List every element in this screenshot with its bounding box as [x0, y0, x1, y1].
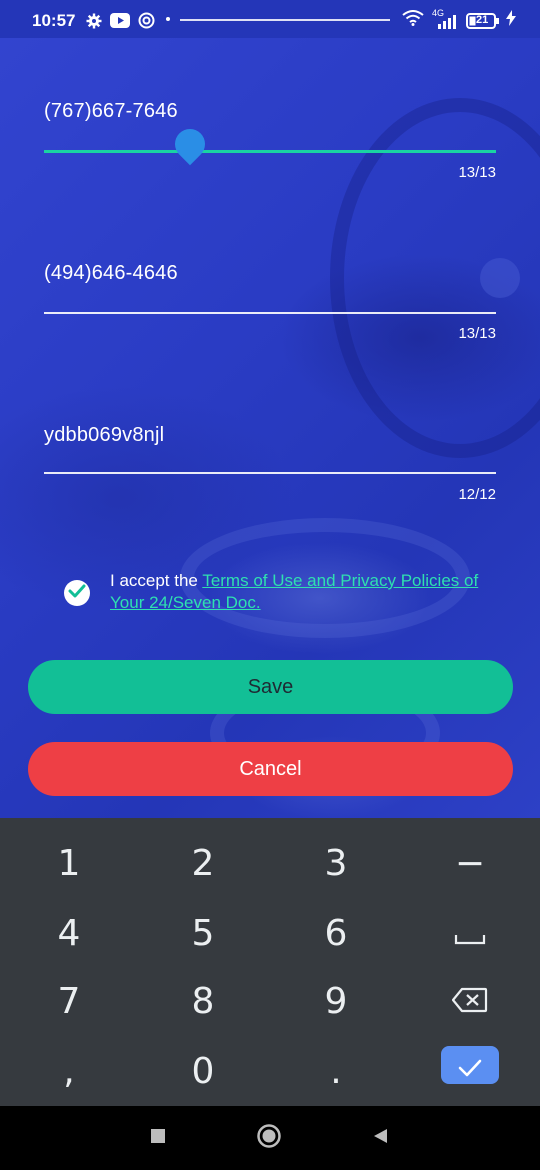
- home-circle-icon: [256, 1123, 282, 1154]
- notification-icon: [138, 12, 155, 34]
- charging-icon: [506, 10, 516, 31]
- terms-checkbox[interactable]: [64, 580, 90, 606]
- settings-icon: [86, 13, 102, 34]
- alternate-phone-field[interactable]: (494)646-4646 13/13: [44, 262, 496, 352]
- status-icons-left: [86, 12, 155, 34]
- numeric-keyboard: 1 2 3 − 4 5 6 7 8 9 , 0 .: [0, 818, 540, 1106]
- space-icon: [454, 913, 486, 954]
- key-9[interactable]: 9: [276, 968, 396, 1034]
- status-icons-right: 4G 21: [402, 8, 516, 31]
- save-button[interactable]: Save: [28, 660, 513, 714]
- enter-icon: [458, 1045, 482, 1086]
- space-key[interactable]: [410, 900, 530, 966]
- alternate-phone-field-counter: 13/13: [458, 325, 496, 342]
- navigation-bar: [0, 1106, 540, 1170]
- status-bar: 10:57 4G 21: [0, 0, 540, 38]
- recents-square-icon: [149, 1127, 167, 1150]
- key-2[interactable]: 2: [143, 830, 263, 896]
- code-field-counter: 12/12: [458, 486, 496, 503]
- key-7[interactable]: 7: [9, 968, 129, 1034]
- youtube-icon: [110, 13, 130, 33]
- phone-field-value[interactable]: (767)667-7646: [44, 100, 496, 123]
- backspace-key[interactable]: [410, 968, 530, 1034]
- code-field-value[interactable]: ydbb069v8njl: [44, 424, 496, 447]
- key-8[interactable]: 8: [143, 968, 263, 1034]
- checkmark-icon: [68, 584, 86, 603]
- alternate-phone-field-underline: [44, 312, 496, 314]
- battery-icon: 21: [466, 12, 500, 30]
- cancel-button[interactable]: Cancel: [28, 742, 513, 796]
- back-triangle-icon: [371, 1127, 389, 1150]
- key-6[interactable]: 6: [276, 900, 396, 966]
- code-field-underline: [44, 472, 496, 474]
- text-cursor-handle[interactable]: [168, 122, 212, 166]
- signal-icon: 4G: [430, 8, 460, 30]
- enter-key-box[interactable]: [441, 1046, 499, 1084]
- alternate-phone-field-value[interactable]: (494)646-4646: [44, 262, 496, 285]
- backspace-icon: [451, 981, 488, 1022]
- key-minus[interactable]: −: [410, 830, 530, 896]
- battery-level: 21: [476, 13, 489, 26]
- terms-prefix: I accept the: [110, 571, 203, 590]
- phone-field-counter: 13/13: [458, 164, 496, 181]
- back-button[interactable]: [368, 1126, 392, 1150]
- status-time: 10:57: [32, 11, 76, 30]
- key-1[interactable]: 1: [9, 830, 129, 896]
- key-0[interactable]: 0: [143, 1038, 263, 1104]
- code-field[interactable]: ydbb069v8njl 12/12: [44, 424, 496, 514]
- key-comma[interactable]: ,: [9, 1038, 129, 1104]
- status-progress-line: [180, 19, 390, 21]
- phone-field-underline: [44, 150, 496, 153]
- enter-key[interactable]: [410, 1032, 530, 1098]
- terms-text: I accept the Terms of Use and Privacy Po…: [110, 570, 490, 614]
- key-period[interactable]: .: [276, 1038, 396, 1104]
- key-3[interactable]: 3: [276, 830, 396, 896]
- key-5[interactable]: 5: [143, 900, 263, 966]
- home-button[interactable]: [257, 1123, 281, 1150]
- phone-field[interactable]: (767)667-7646 13/13: [44, 100, 496, 190]
- wifi-icon: [402, 10, 424, 31]
- status-dot: [166, 17, 170, 21]
- recents-button[interactable]: [146, 1126, 170, 1150]
- key-4[interactable]: 4: [9, 900, 129, 966]
